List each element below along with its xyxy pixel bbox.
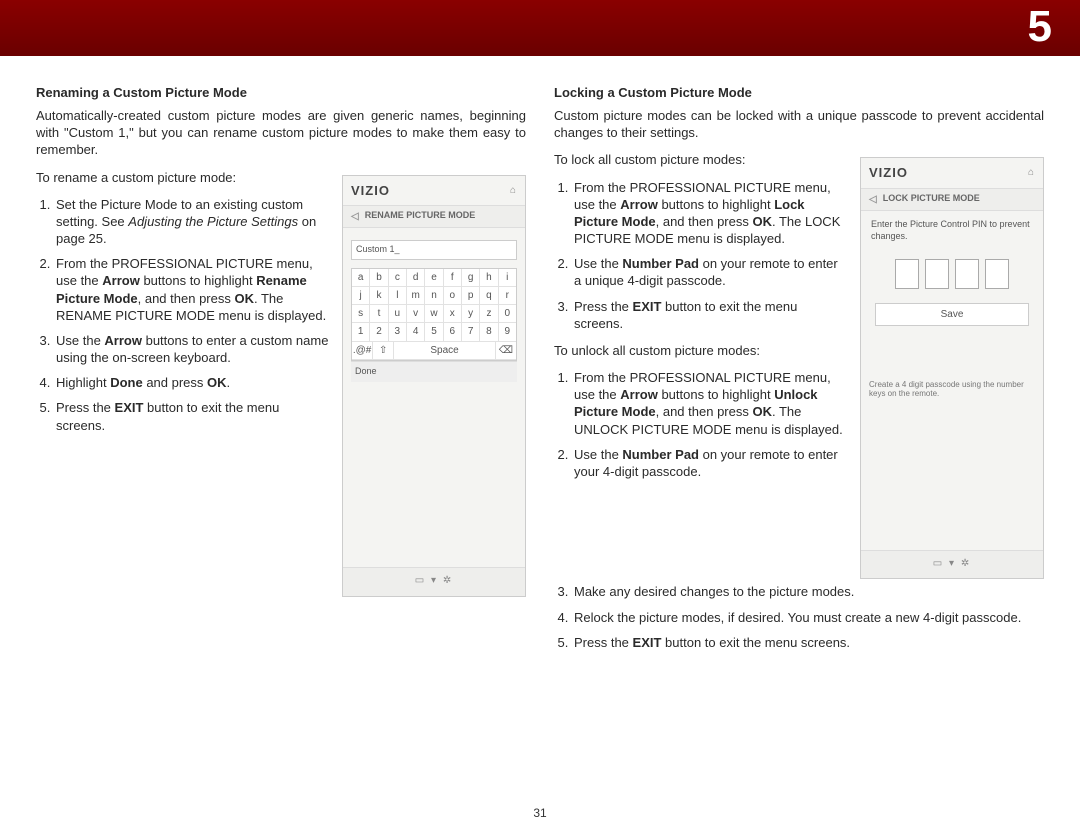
key-z: z xyxy=(480,305,498,323)
key-m: m xyxy=(407,287,425,305)
key-r: r xyxy=(499,287,516,305)
unlock-step-3: Make any desired changes to the picture … xyxy=(572,583,1044,600)
key-shift: ⇧ xyxy=(373,342,394,360)
page-number: 31 xyxy=(0,806,1080,820)
lock-steps: From the PROFESSIONAL PICTURE menu, use … xyxy=(554,179,848,332)
lock-step-1: From the PROFESSIONAL PICTURE menu, use … xyxy=(572,179,848,248)
key-k: k xyxy=(370,287,388,305)
key-p: p xyxy=(462,287,480,305)
lock-hint: Create a 4 digit passcode using the numb… xyxy=(869,380,1035,399)
home-icon: ⌂ xyxy=(1028,166,1035,179)
rename-step-5: Press the EXIT button to exit the menu s… xyxy=(54,399,330,433)
unlock-steps-cont: Make any desired changes to the picture … xyxy=(554,583,1044,650)
right-heading: Locking a Custom Picture Mode xyxy=(554,84,1044,101)
lock-mock-panel: VIZIO ⌂ ◁ LOCK PICTURE MODE Enter the Pi… xyxy=(860,157,1044,579)
key-0: 0 xyxy=(499,305,516,323)
mock-brand: VIZIO xyxy=(351,182,390,199)
key-f: f xyxy=(444,269,462,287)
key-u: u xyxy=(389,305,407,323)
key-i: i xyxy=(499,269,516,287)
right-column: Locking a Custom Picture Mode Custom pic… xyxy=(554,84,1044,661)
save-button: Save xyxy=(875,303,1029,326)
unlock-steps: From the PROFESSIONAL PICTURE menu, use … xyxy=(554,369,848,480)
key-x: x xyxy=(444,305,462,323)
lock-step-2: Use the Number Pad on your remote to ent… xyxy=(572,255,848,289)
key-space: Space xyxy=(394,342,496,360)
mock-footer-icons: ▭ ▾ ✲ xyxy=(861,550,1043,578)
key-q: q xyxy=(480,287,498,305)
key-j: j xyxy=(352,287,370,305)
rename-steps: Set the Picture Mode to an existing cust… xyxy=(36,196,330,434)
unlock-lead: To unlock all custom picture modes: xyxy=(554,342,848,359)
mock-footer-icons: ▭ ▾ ✲ xyxy=(343,567,525,595)
back-icon: ◁ xyxy=(869,193,877,206)
chapter-header: 5 xyxy=(0,0,1080,56)
key-9: 9 xyxy=(499,323,516,341)
key-s: s xyxy=(352,305,370,323)
key-d: d xyxy=(407,269,425,287)
unlock-step-5: Press the EXIT button to exit the menu s… xyxy=(572,634,1044,651)
key-t: t xyxy=(370,305,388,323)
pin-box xyxy=(925,259,949,289)
page-content: Renaming a Custom Picture Mode Automatic… xyxy=(0,56,1080,661)
key-g: g xyxy=(462,269,480,287)
pin-box xyxy=(955,259,979,289)
lock-step-3: Press the EXIT button to exit the menu s… xyxy=(572,298,848,332)
chapter-number: 5 xyxy=(1028,2,1052,52)
home-icon: ⌂ xyxy=(510,184,517,197)
mock-brand: VIZIO xyxy=(869,164,908,181)
rename-mock-panel: VIZIO ⌂ ◁ RENAME PICTURE MODE Custom 1_ … xyxy=(342,175,526,597)
back-icon: ◁ xyxy=(351,210,359,223)
unlock-step-2: Use the Number Pad on your remote to ent… xyxy=(572,446,848,480)
key-e: e xyxy=(425,269,443,287)
key-2: 2 xyxy=(370,323,388,341)
lock-instruction: Enter the Picture Control PIN to prevent… xyxy=(869,217,1035,253)
rename-step-1: Set the Picture Mode to an existing cust… xyxy=(54,196,330,247)
key-h: h xyxy=(480,269,498,287)
rename-step-3: Use the Arrow buttons to enter a custom … xyxy=(54,332,330,366)
key-b: b xyxy=(370,269,388,287)
rename-step-4: Highlight Done and press OK. xyxy=(54,374,330,391)
left-intro: Automatically-created custom picture mod… xyxy=(36,107,526,158)
key-v: v xyxy=(407,305,425,323)
key-symbols: .@# xyxy=(352,342,373,360)
on-screen-keyboard: abcdefghi jklmnopqr stuvwxyz0 123456789 .@#⇧… xyxy=(351,268,517,361)
mock-title: LOCK PICTURE MODE xyxy=(883,193,980,205)
key-c: c xyxy=(389,269,407,287)
pin-box xyxy=(895,259,919,289)
mock-title: RENAME PICTURE MODE xyxy=(365,210,476,222)
key-8: 8 xyxy=(480,323,498,341)
key-o: o xyxy=(444,287,462,305)
key-5: 5 xyxy=(425,323,443,341)
key-7: 7 xyxy=(462,323,480,341)
key-4: 4 xyxy=(407,323,425,341)
lock-lead: To lock all custom picture modes: xyxy=(554,151,848,168)
key-a: a xyxy=(352,269,370,287)
key-l: l xyxy=(389,287,407,305)
key-w: w xyxy=(425,305,443,323)
key-backspace: ⌫ xyxy=(496,342,516,360)
unlock-step-1: From the PROFESSIONAL PICTURE menu, use … xyxy=(572,369,848,438)
key-n: n xyxy=(425,287,443,305)
key-y: y xyxy=(462,305,480,323)
left-lead: To rename a custom picture mode: xyxy=(36,169,330,186)
left-column: Renaming a Custom Picture Mode Automatic… xyxy=(36,84,526,661)
unlock-step-4: Relock the picture modes, if desired. Yo… xyxy=(572,609,1044,626)
key-1: 1 xyxy=(352,323,370,341)
pin-boxes xyxy=(869,259,1035,289)
left-heading: Renaming a Custom Picture Mode xyxy=(36,84,526,101)
keyboard-done: Done xyxy=(351,361,517,382)
key-3: 3 xyxy=(389,323,407,341)
right-intro: Custom picture modes can be locked with … xyxy=(554,107,1044,141)
pin-box xyxy=(985,259,1009,289)
rename-step-2: From the PROFESSIONAL PICTURE menu, use … xyxy=(54,255,330,324)
rename-input: Custom 1_ xyxy=(351,240,517,260)
key-6: 6 xyxy=(444,323,462,341)
